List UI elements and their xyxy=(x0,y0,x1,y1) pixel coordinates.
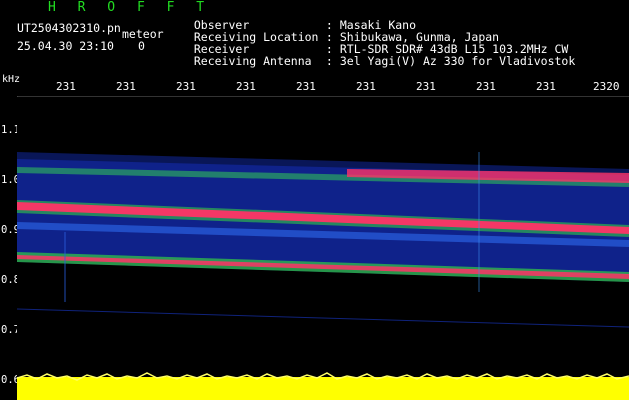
y-axis-unit: kHz xyxy=(2,74,21,85)
spectrogram-plot xyxy=(17,97,629,400)
x-tick-label: 231 xyxy=(536,80,556,93)
file-name: UT2504302310.pn xyxy=(17,21,121,35)
x-tick-label: 231 xyxy=(296,80,316,93)
x-tick-label: 231 xyxy=(476,80,496,93)
info-value: 3el Yagi(V) Az 330 for Vladivostok xyxy=(339,54,576,68)
x-tick-label: 2320 xyxy=(593,80,620,93)
x-tick-label: 231 xyxy=(356,80,376,93)
noise-floor-band xyxy=(17,377,629,400)
x-tick-label: 231 xyxy=(416,80,436,93)
count-value: 0 xyxy=(138,39,145,53)
info-label: Receiving Antenna xyxy=(193,54,312,68)
date-time: 25.04.30 23:10 xyxy=(17,39,114,53)
x-tick-label: 231 xyxy=(56,80,76,93)
info-colon: : xyxy=(325,54,333,68)
info-row-antenna: Receiving Antenna:3el Yagi(V) Az 330 for… xyxy=(180,40,575,68)
x-tick-label: 231 xyxy=(236,80,256,93)
x-tick-label: 231 xyxy=(176,80,196,93)
x-tick-label: 231 xyxy=(116,80,136,93)
